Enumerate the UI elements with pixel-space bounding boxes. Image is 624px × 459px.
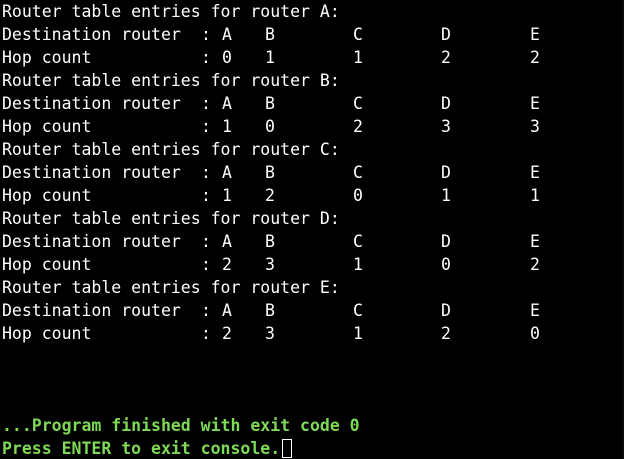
- destination-label: Destination router: [2, 94, 181, 113]
- router-table-title: Router table entries for router B:: [0, 69, 624, 92]
- hop-count-value: 1: [353, 324, 363, 343]
- destination-row: Destination router: A B C D E: [0, 23, 624, 46]
- hop-count-value: 1: [353, 255, 363, 274]
- destination-value: B: [265, 301, 275, 320]
- destination-value: C: [353, 301, 363, 320]
- destination-value: D: [441, 163, 451, 182]
- destination-value: D: [441, 94, 451, 113]
- destination-value: C: [353, 163, 363, 182]
- hop-count-row: Hop count:0 1 1 2 2: [0, 46, 624, 69]
- hop-count-row: Hop count:2 3 1 0 2: [0, 253, 624, 276]
- router-table-title-text: Router table entries for router E:: [2, 278, 340, 297]
- destination-value: A: [222, 301, 232, 320]
- colon-separator: :: [201, 301, 211, 320]
- router-table-title-text: Router table entries for router D:: [2, 209, 340, 228]
- colon-separator: :: [201, 163, 211, 182]
- destination-row: Destination router: A B C D E: [0, 230, 624, 253]
- hop-count-value: 2: [530, 255, 540, 274]
- hop-count-value: 3: [441, 117, 451, 136]
- hop-count-label: Hop count: [2, 255, 92, 274]
- destination-value: D: [441, 25, 451, 44]
- destination-row: Destination router: A B C D E: [0, 161, 624, 184]
- hop-count-label: Hop count: [2, 117, 92, 136]
- hop-count-value: 3: [265, 255, 275, 274]
- destination-value: D: [441, 301, 451, 320]
- hop-count-value: 2: [441, 324, 451, 343]
- destination-value: E: [530, 163, 540, 182]
- hop-count-value: 3: [265, 324, 275, 343]
- status-line-finished: ...Program finished with exit code 0: [0, 391, 624, 435]
- destination-value: A: [222, 163, 232, 182]
- status-line-press-enter: Press ENTER to exit console.: [0, 414, 624, 458]
- destination-value: B: [265, 163, 275, 182]
- router-table-title: Router table entries for router D:: [0, 207, 624, 230]
- hop-count-label: Hop count: [2, 324, 92, 343]
- colon-separator: :: [201, 186, 211, 205]
- destination-value: E: [530, 94, 540, 113]
- hop-count-value: 0: [222, 48, 232, 67]
- destination-value: C: [353, 94, 363, 113]
- hop-count-value: 2: [530, 48, 540, 67]
- hop-count-row: Hop count:1 0 2 3 3: [0, 115, 624, 138]
- hop-count-value: 2: [222, 255, 232, 274]
- colon-separator: :: [201, 48, 211, 67]
- hop-count-value: 2: [441, 48, 451, 67]
- destination-value: E: [530, 232, 540, 251]
- hop-count-value: 2: [222, 324, 232, 343]
- colon-separator: :: [201, 232, 211, 251]
- press-enter-message: Press ENTER to exit console.: [2, 437, 293, 459]
- colon-separator: :: [201, 94, 211, 113]
- destination-value: A: [222, 232, 232, 251]
- hop-count-label: Hop count: [2, 48, 92, 67]
- colon-separator: :: [201, 255, 211, 274]
- destination-value: E: [530, 301, 540, 320]
- hop-count-value: 1: [353, 48, 363, 67]
- hop-count-value: 2: [265, 186, 275, 205]
- destination-label: Destination router: [2, 25, 181, 44]
- hop-count-value: 1: [441, 186, 451, 205]
- colon-separator: :: [201, 25, 211, 44]
- hop-count-value: 1: [222, 186, 232, 205]
- destination-row: Destination router: A B C D E: [0, 299, 624, 322]
- press-enter-text: Press ENTER to exit console.: [2, 439, 281, 458]
- hop-count-value: 0: [353, 186, 363, 205]
- router-table-title-text: Router table entries for router C:: [2, 140, 340, 159]
- hop-count-value: 3: [530, 117, 540, 136]
- text-cursor[interactable]: [282, 439, 293, 458]
- destination-value: E: [530, 25, 540, 44]
- hop-count-value: 0: [530, 324, 540, 343]
- hop-count-value: 1: [530, 186, 540, 205]
- terminal-console[interactable]: Router table entries for router A: Destin…: [0, 0, 624, 459]
- hop-count-value: 0: [265, 117, 275, 136]
- hop-count-row: Hop count:1 2 0 1 1: [0, 184, 624, 207]
- hop-count-value: 2: [353, 117, 363, 136]
- hop-count-value: 0: [441, 255, 451, 274]
- router-table-title-text: Router table entries for router A:: [2, 2, 340, 21]
- destination-value: B: [265, 94, 275, 113]
- destination-value: B: [265, 25, 275, 44]
- hop-count-label: Hop count: [2, 186, 92, 205]
- destination-label: Destination router: [2, 232, 181, 251]
- destination-value: C: [353, 25, 363, 44]
- hop-count-row: Hop count:2 3 1 2 0: [0, 322, 624, 345]
- router-table-title: Router table entries for router A:: [0, 0, 624, 23]
- destination-label: Destination router: [2, 301, 181, 320]
- console-output: Router table entries for router A: Destin…: [0, 0, 624, 345]
- destination-value: C: [353, 232, 363, 251]
- router-table-title-text: Router table entries for router B:: [2, 71, 340, 90]
- router-table-title: Router table entries for router E:: [0, 276, 624, 299]
- destination-value: D: [441, 232, 451, 251]
- destination-value: B: [265, 232, 275, 251]
- colon-separator: :: [201, 324, 211, 343]
- router-table-title: Router table entries for router C:: [0, 138, 624, 161]
- destination-value: A: [222, 25, 232, 44]
- hop-count-value: 1: [265, 48, 275, 67]
- destination-row: Destination router: A B C D E: [0, 92, 624, 115]
- destination-value: A: [222, 94, 232, 113]
- colon-separator: :: [201, 117, 211, 136]
- destination-label: Destination router: [2, 163, 181, 182]
- hop-count-value: 1: [222, 117, 232, 136]
